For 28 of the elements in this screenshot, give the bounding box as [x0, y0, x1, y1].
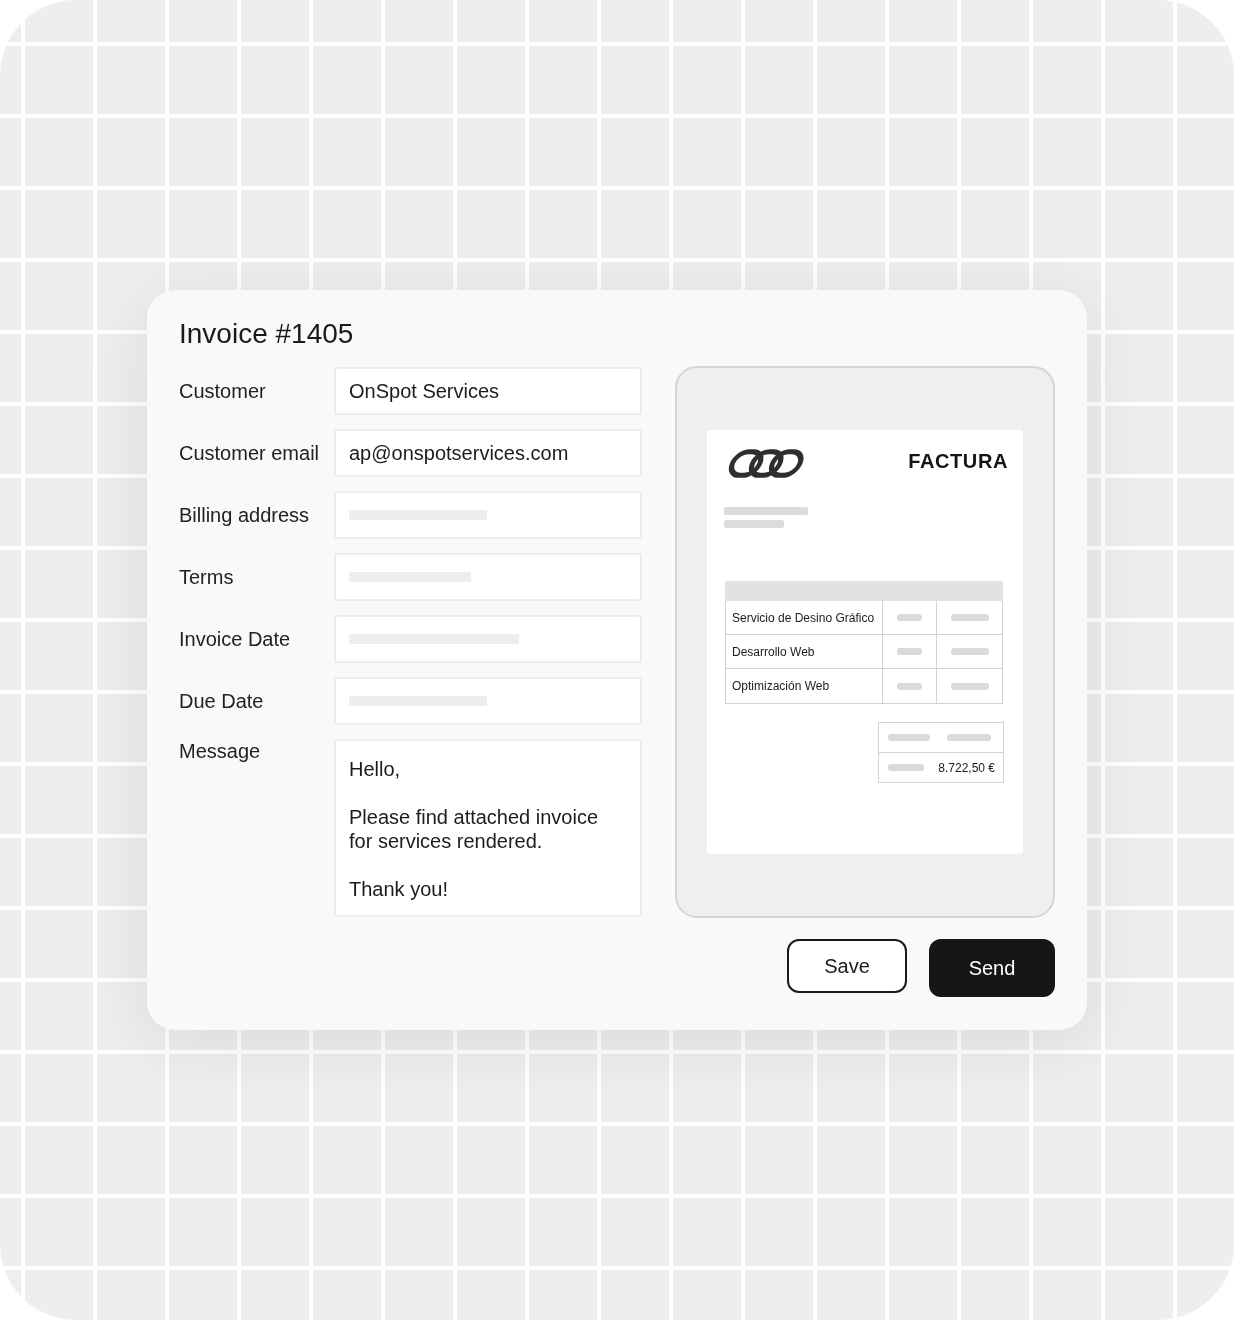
table-cell: Desarrollo Web	[725, 635, 882, 668]
placeholder-bar	[888, 764, 924, 771]
table-cell: Optimización Web	[725, 669, 882, 703]
field-label: Billing address	[179, 503, 311, 527]
field-label: Message	[179, 739, 262, 763]
field-label: Customer	[179, 379, 267, 403]
placeholder-bar	[897, 614, 922, 621]
input-field[interactable]: ap@onspotservices.com	[334, 429, 642, 477]
invoice-title: Invoice #1405	[179, 317, 354, 351]
field-label: Due Date	[179, 689, 265, 713]
document-heading: FACTURA	[908, 449, 1008, 473]
placeholder-bar	[947, 734, 991, 741]
field-label: Invoice Date	[179, 627, 292, 651]
message-field[interactable]: Hello, Please find attached invoice for services rendered. Thank you!	[334, 739, 642, 917]
field-label: Terms	[179, 565, 235, 589]
outline-button[interactable]: Save	[787, 939, 907, 993]
primary-button[interactable]: Send	[929, 939, 1055, 997]
input-field[interactable]: OnSpot Services	[334, 367, 642, 415]
placeholder-bar	[888, 734, 930, 741]
total-amount: 8.722,50 €	[938, 760, 995, 775]
table-cell: Servicio de Desino Gráfico	[725, 601, 882, 634]
placeholder-bar	[897, 682, 922, 690]
placeholder-bar	[950, 614, 989, 621]
placeholder-bar	[950, 648, 989, 655]
placeholder-bar	[897, 648, 922, 655]
field-label: Customer email	[179, 441, 321, 465]
placeholder-bar	[950, 682, 989, 690]
placeholder-bar	[724, 520, 784, 528]
